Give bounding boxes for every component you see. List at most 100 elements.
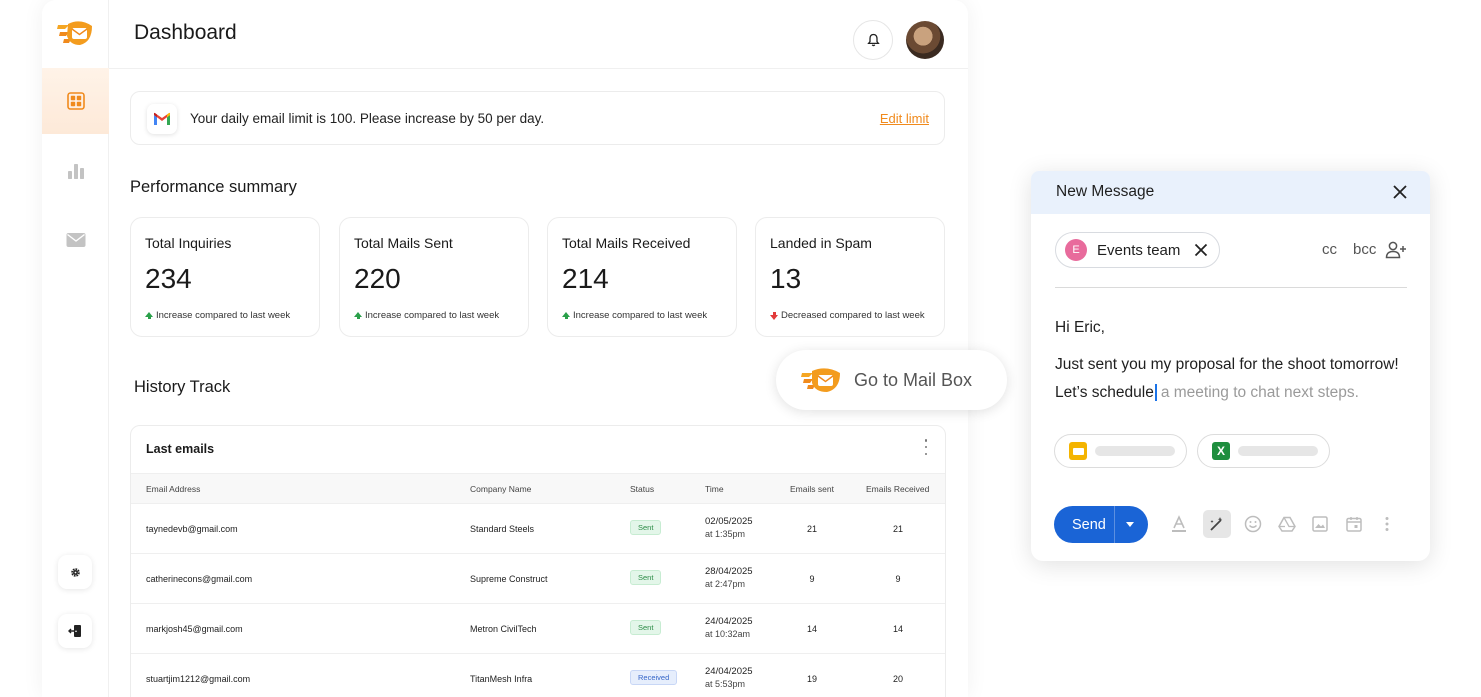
- magic-pen-icon[interactable]: [1203, 510, 1231, 538]
- excel-icon: X: [1212, 442, 1230, 460]
- app-logo[interactable]: [56, 16, 94, 50]
- settings-button[interactable]: [58, 555, 92, 589]
- row-emails-sent: 9: [809, 574, 815, 584]
- stat-value: 234: [145, 263, 192, 294]
- mail-icon: [66, 233, 85, 247]
- send-options-icon[interactable]: [1126, 522, 1134, 527]
- message-greeting[interactable]: Hi Eric,: [1055, 319, 1105, 337]
- stat-value: 214: [562, 263, 609, 294]
- stat-trend-note: Increase compared to last week: [354, 310, 499, 321]
- row-time: 02/05/2025 at 1:35pm: [705, 516, 753, 539]
- send-divider: [1114, 506, 1115, 543]
- table-more-icon[interactable]: [923, 439, 929, 455]
- more-icon[interactable]: [1377, 514, 1397, 534]
- sidebar: [42, 0, 109, 697]
- stat-card-total-mails-sent: Total Mails Sent 220 Increase compared t…: [339, 217, 529, 337]
- column-header-emails-received: Emails Received: [866, 484, 930, 494]
- status-badge: Sent: [630, 620, 662, 635]
- recipient-divider: [1055, 287, 1407, 288]
- row-time-of-day: at 1:35pm: [705, 529, 746, 539]
- typed-text: Let’s schedule: [1055, 384, 1157, 401]
- last-emails-table: Last emails Email Address Company Name S…: [130, 425, 946, 697]
- message-line-1[interactable]: Just sent you my proposal for the shoot …: [1055, 356, 1399, 374]
- notifications-button[interactable]: [853, 20, 893, 60]
- row-email: catherinecons@gmail.com: [146, 574, 253, 584]
- stat-note-text: Increase compared to last week: [365, 310, 500, 321]
- status-badge: Sent: [630, 520, 662, 535]
- status-badge: Sent: [630, 570, 662, 585]
- arrow-down-icon: [770, 312, 778, 320]
- edit-limit-link[interactable]: Edit limit: [880, 111, 929, 126]
- attachment-sheets[interactable]: X: [1197, 434, 1330, 468]
- stat-card-landed-in-spam: Landed in Spam 13 Decreased compared to …: [755, 217, 945, 337]
- stat-label: Total Inquiries: [145, 235, 232, 251]
- stat-label: Total Mails Sent: [354, 235, 453, 251]
- recipient-name: Events team: [1097, 241, 1181, 259]
- row-company: Supreme Construct: [470, 574, 548, 584]
- row-time: 28/04/2025 at 2:47pm: [705, 566, 753, 589]
- emoji-icon[interactable]: [1243, 514, 1263, 534]
- avatar[interactable]: [906, 21, 944, 59]
- attachment-slides[interactable]: [1054, 434, 1187, 468]
- sidebar-item-mail[interactable]: [42, 207, 109, 273]
- message-line-2[interactable]: Let’s schedule a meeting to chat next ste…: [1055, 384, 1359, 402]
- sidebar-item-analytics[interactable]: [42, 138, 109, 204]
- logout-icon: [68, 625, 81, 637]
- table-row[interactable]: stuartjim1212@gmail.com TitanMesh Infra …: [131, 654, 945, 697]
- table-row[interactable]: taynedevb@gmail.com Standard Steels Sent…: [131, 504, 945, 554]
- column-header-time: Time: [705, 484, 724, 494]
- row-company: Standard Steels: [470, 524, 535, 534]
- composer-header: New Message: [1031, 171, 1430, 214]
- table-row[interactable]: markjosh45@gmail.com Metron CivilTech Se…: [131, 604, 945, 654]
- drive-icon[interactable]: [1277, 514, 1297, 534]
- email-limit-banner: Your daily email limit is 100. Please in…: [130, 91, 945, 145]
- column-header-email: Email Address: [146, 484, 201, 494]
- logout-button[interactable]: [58, 614, 92, 648]
- recipient-chip[interactable]: E Events team: [1055, 232, 1220, 268]
- send-button[interactable]: Send: [1054, 506, 1148, 543]
- sidebar-item-dashboard[interactable]: [42, 68, 109, 134]
- smart-compose-suggestion[interactable]: a meeting to chat next steps.: [1161, 384, 1359, 401]
- row-emails-received: 20: [892, 674, 903, 684]
- row-email: markjosh45@gmail.com: [146, 624, 243, 634]
- calendar-icon[interactable]: [1344, 514, 1364, 534]
- main-content: Dashboard Your daily email limit is 100.…: [109, 0, 968, 697]
- email-limit-message: Your daily email limit is 100. Please in…: [190, 111, 545, 126]
- stat-label: Landed in Spam: [770, 235, 872, 251]
- row-time: 24/04/2025 at 10:32am: [705, 616, 753, 639]
- stat-card-total-mails-received: Total Mails Received 214 Increase compar…: [547, 217, 737, 337]
- slides-icon: [1069, 442, 1087, 460]
- stat-value: 220: [354, 263, 401, 294]
- stat-trend-note: Decreased compared to last week: [770, 310, 925, 321]
- composer-title: New Message: [1056, 183, 1155, 200]
- cc-button[interactable]: cc: [1322, 241, 1337, 258]
- stat-trend-note: Increase compared to last week: [145, 310, 290, 321]
- text-format-icon[interactable]: [1169, 514, 1189, 534]
- stat-note-text: Increase compared to last week: [156, 310, 291, 321]
- remove-recipient-icon[interactable]: [1194, 243, 1208, 257]
- history-track-title: History Track: [134, 378, 231, 396]
- table-row[interactable]: catherinecons@gmail.com Supreme Construc…: [131, 554, 945, 604]
- stat-label: Total Mails Received: [562, 235, 691, 251]
- row-emails-received: 14: [892, 624, 903, 634]
- bar-chart-icon: [67, 164, 84, 179]
- row-company: Metron CivilTech: [470, 624, 537, 634]
- row-time-of-day: at 5:53pm: [705, 679, 746, 689]
- row-emails-sent: 21: [806, 524, 817, 534]
- row-time-of-day: at 2:47pm: [705, 579, 746, 589]
- add-recipient-icon[interactable]: [1385, 241, 1407, 259]
- close-icon[interactable]: [1392, 184, 1408, 200]
- row-date: 28/04/2025: [705, 566, 753, 577]
- go-to-mailbox-label: Go to Mail Box: [854, 369, 973, 390]
- row-emails-sent: 14: [806, 624, 817, 634]
- image-icon[interactable]: [1310, 514, 1330, 534]
- grid-icon: [66, 92, 85, 110]
- dashboard-app: Dashboard Your daily email limit is 100.…: [42, 0, 968, 697]
- attachment-name-placeholder: [1095, 446, 1175, 456]
- bcc-button[interactable]: bcc: [1353, 241, 1376, 258]
- arrow-up-icon: [562, 312, 570, 319]
- go-to-mailbox-button[interactable]: Go to Mail Box: [776, 350, 1007, 410]
- stat-value: 13: [770, 263, 802, 294]
- gmail-icon: [154, 112, 170, 125]
- send-label: Send: [1072, 516, 1106, 533]
